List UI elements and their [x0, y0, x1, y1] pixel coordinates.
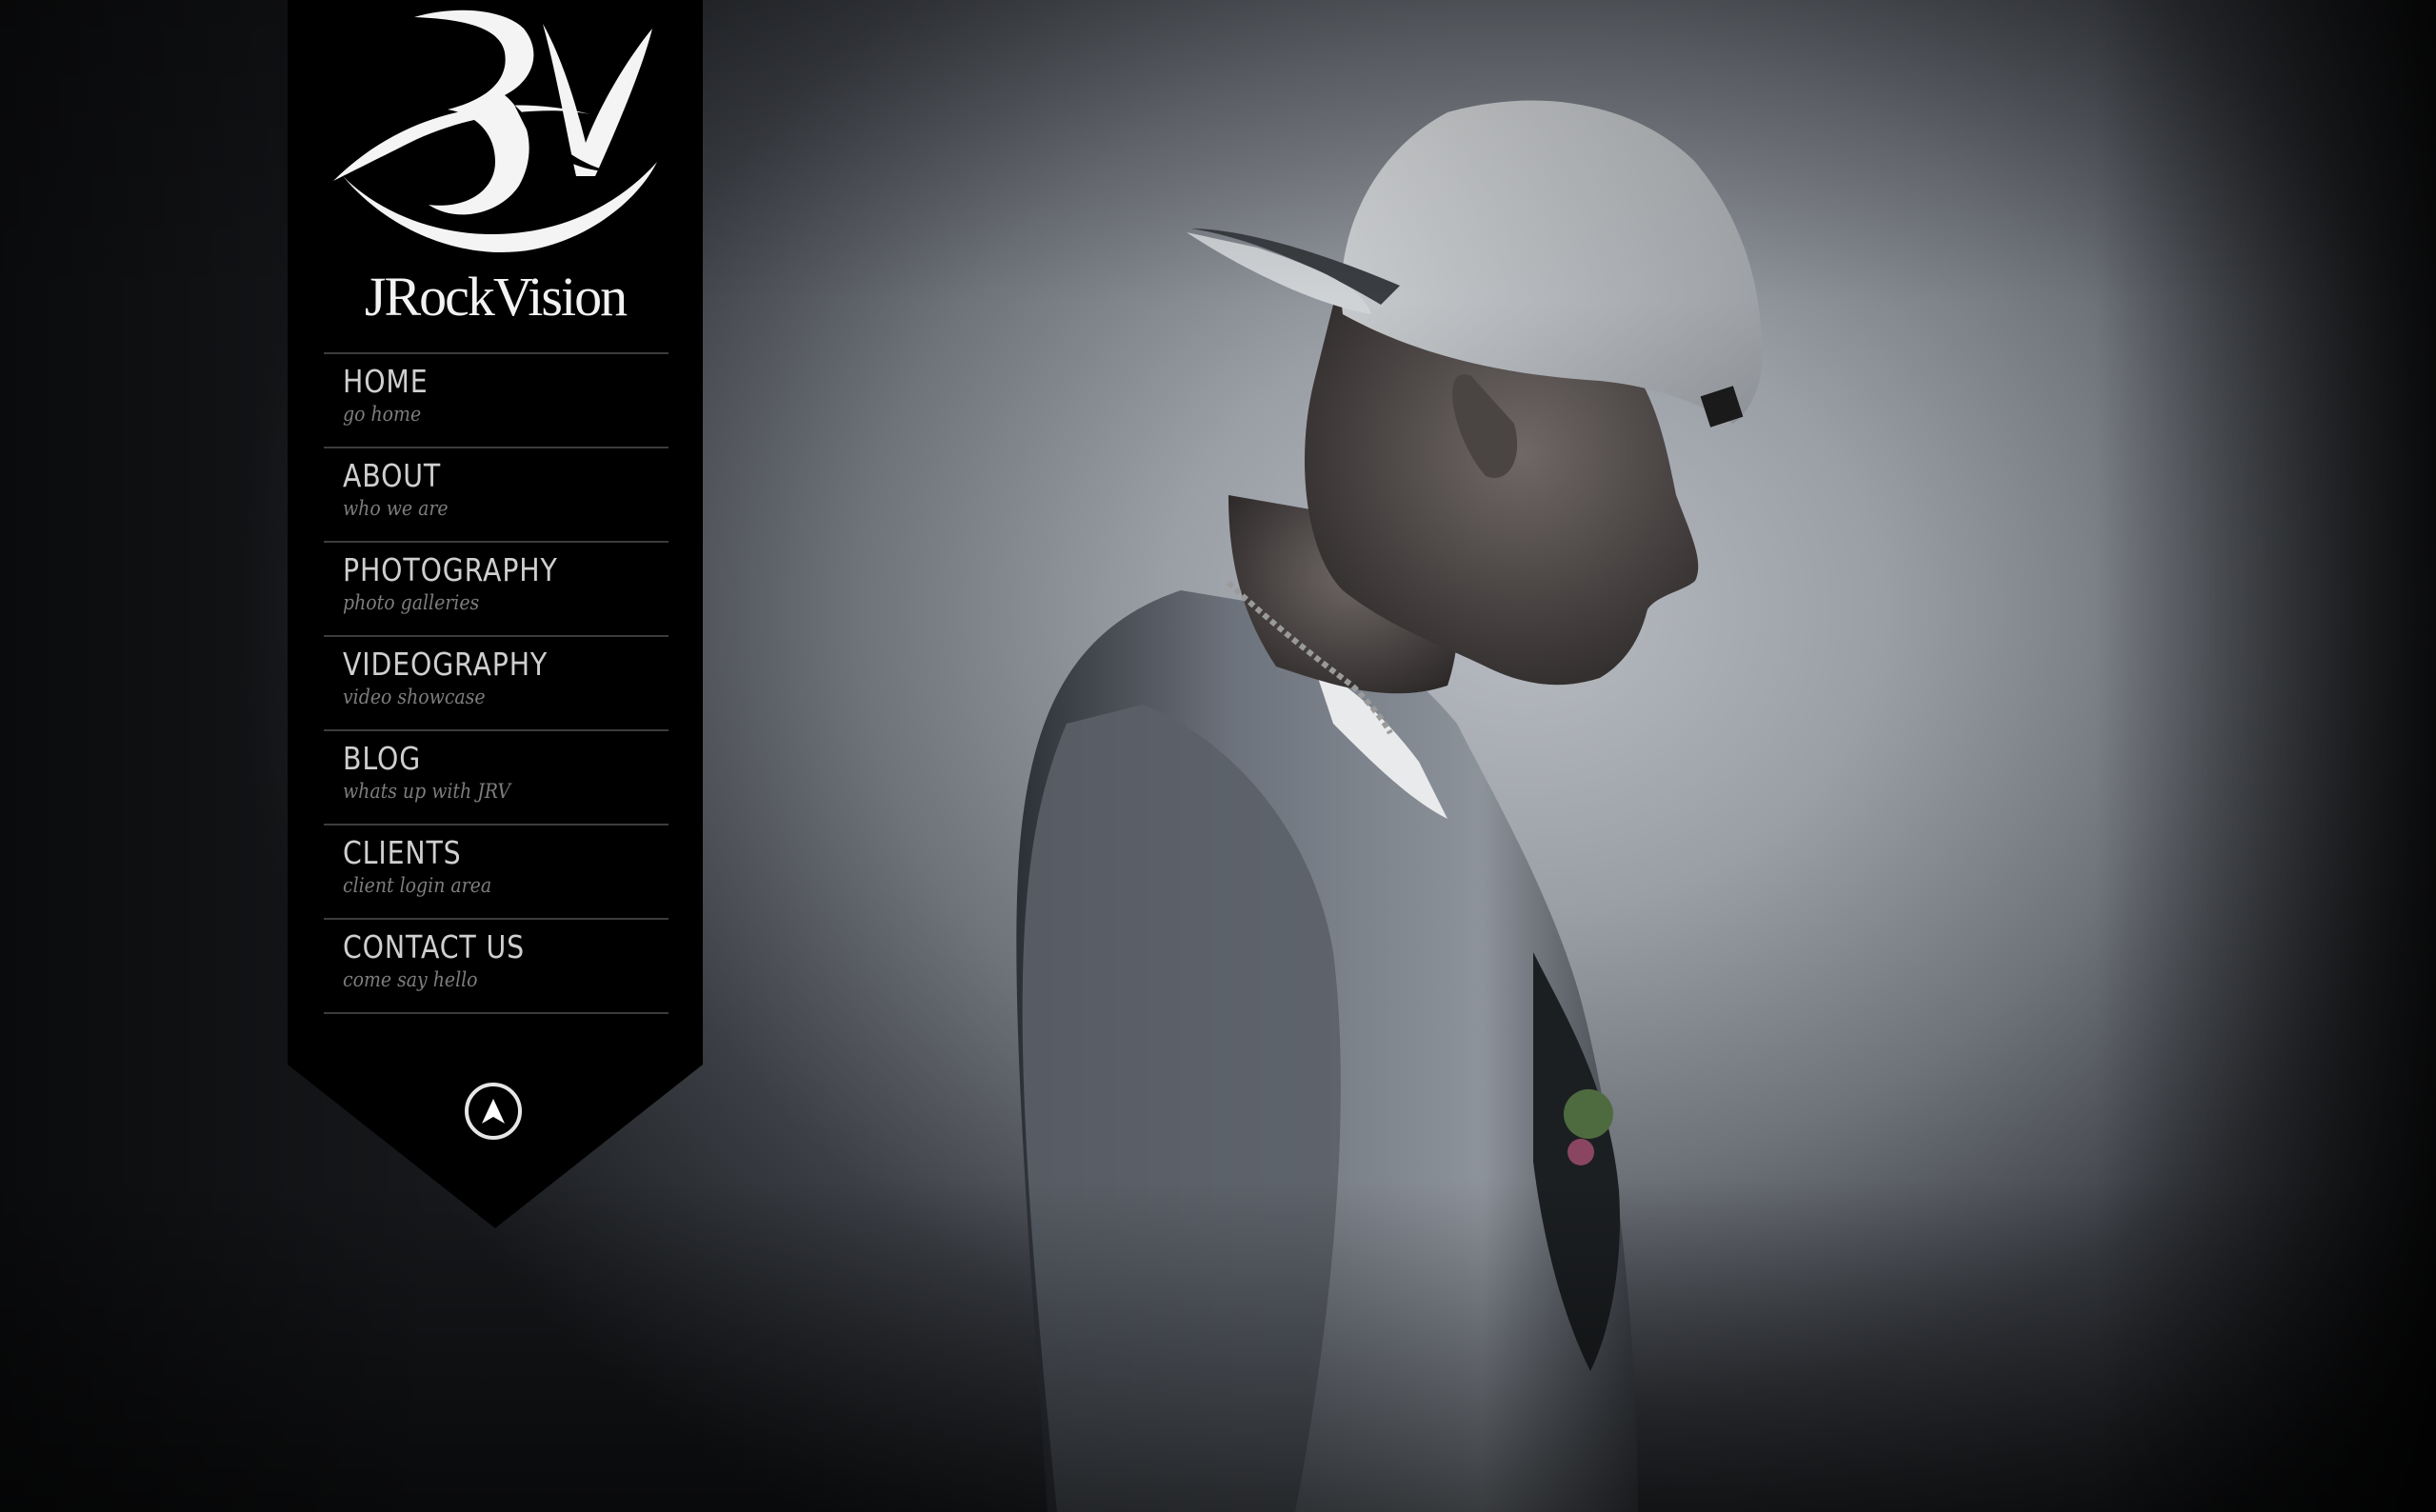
- nav-item-about[interactable]: ABOUT who we are: [324, 447, 669, 541]
- nav-item-label: ABOUT: [343, 457, 442, 494]
- nav-item-contact-us[interactable]: CONTACT US come say hello: [324, 918, 669, 1014]
- nav-item-blog[interactable]: BLOG whats up with JRV: [324, 729, 669, 824]
- nav-item-subtitle: come say hello: [343, 968, 478, 991]
- nav-item-subtitle: who we are: [343, 497, 449, 520]
- nav-item-subtitle: client login area: [343, 874, 492, 897]
- nav-item-home[interactable]: HOME go home: [324, 352, 669, 447]
- nav-item-label: CLIENTS: [343, 834, 462, 871]
- nav-item-label: PHOTOGRAPHY: [343, 551, 558, 588]
- nav-item-videography[interactable]: VIDEOGRAPHY video showcase: [324, 635, 669, 729]
- nav-item-subtitle: go home: [343, 403, 422, 426]
- nav-item-label: HOME: [343, 363, 429, 400]
- nav-item-subtitle: whats up with JRV: [343, 780, 510, 803]
- navigation-arrow-icon: [482, 1099, 505, 1124]
- nav-item-photography[interactable]: PHOTOGRAPHY photo galleries: [324, 541, 669, 635]
- brand-name[interactable]: JRockVision: [288, 265, 703, 328]
- nav-banner: JRockVision HOME go home ABOUT who we ar…: [288, 0, 703, 1228]
- main-menu: HOME go home ABOUT who we are PHOTOGRAPH…: [324, 352, 669, 1014]
- nav-item-label: VIDEOGRAPHY: [343, 646, 549, 683]
- nav-item-subtitle: photo galleries: [343, 591, 480, 614]
- nav-item-label: CONTACT US: [343, 928, 526, 965]
- nav-item-clients[interactable]: CLIENTS client login area: [324, 824, 669, 918]
- nav-item-label: BLOG: [343, 740, 422, 777]
- navigation-arrow-button[interactable]: [465, 1083, 522, 1140]
- jrv-logo-icon[interactable]: [324, 0, 667, 276]
- nav-item-subtitle: video showcase: [343, 686, 486, 708]
